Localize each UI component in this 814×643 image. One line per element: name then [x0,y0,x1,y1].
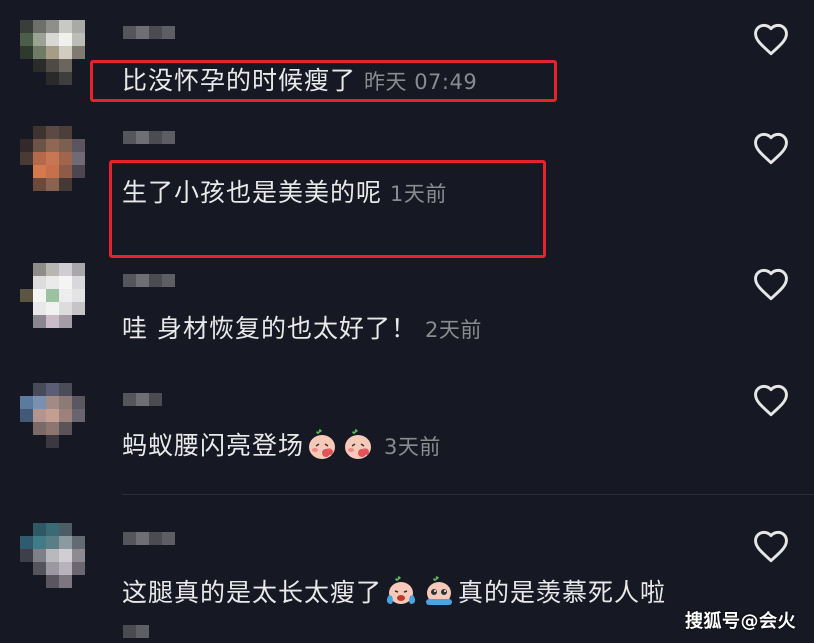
highlight-box [109,160,546,258]
avatar[interactable] [20,523,98,601]
like-button[interactable] [752,131,790,165]
crying-face-emoji [384,575,418,615]
heart-outline-icon [754,268,788,301]
heart-outline-icon [754,530,788,563]
heart-outline-icon [754,23,788,56]
username[interactable] [123,131,183,151]
comment-body: 哇 身材恢复的也太好了！ [122,314,417,343]
like-button[interactable] [752,529,790,563]
avatar[interactable] [20,126,98,204]
pleading-face-emoji [422,575,456,615]
shy-face-emoji [342,428,374,468]
comment-body-start: 这腿真的是太长太瘦了 [122,578,383,607]
username[interactable] [123,532,183,552]
avatar[interactable] [20,383,98,461]
comment-text: 哇 身材恢复的也太好了！ 2天前 [122,313,482,346]
watermark: 搜狐号@会火 [685,611,796,632]
like-button[interactable] [752,267,790,301]
highlight-box [90,60,557,102]
comment-time: 2天前 [424,318,482,342]
divider [122,494,814,495]
comment-time: 3天前 [384,435,441,459]
like-button[interactable] [752,22,790,56]
comment-text: 这腿真的是太长太瘦了 真的是羡慕死人啦 [122,575,666,615]
avatar[interactable] [20,263,98,341]
next-username[interactable] [123,625,183,643]
comment-body: 蚂蚁腰闪亮登场 [122,431,305,460]
comment-body-end: 真的是羡慕死人啦 [458,578,667,607]
username[interactable] [123,393,183,413]
heart-outline-icon [754,132,788,165]
like-button[interactable] [752,383,790,417]
comment-text: 蚂蚁腰闪亮登场 3天前 [122,428,441,468]
heart-outline-icon [754,384,788,417]
shy-face-emoji [306,428,338,468]
avatar[interactable] [20,20,98,98]
username[interactable] [123,26,183,46]
username[interactable] [123,274,183,294]
